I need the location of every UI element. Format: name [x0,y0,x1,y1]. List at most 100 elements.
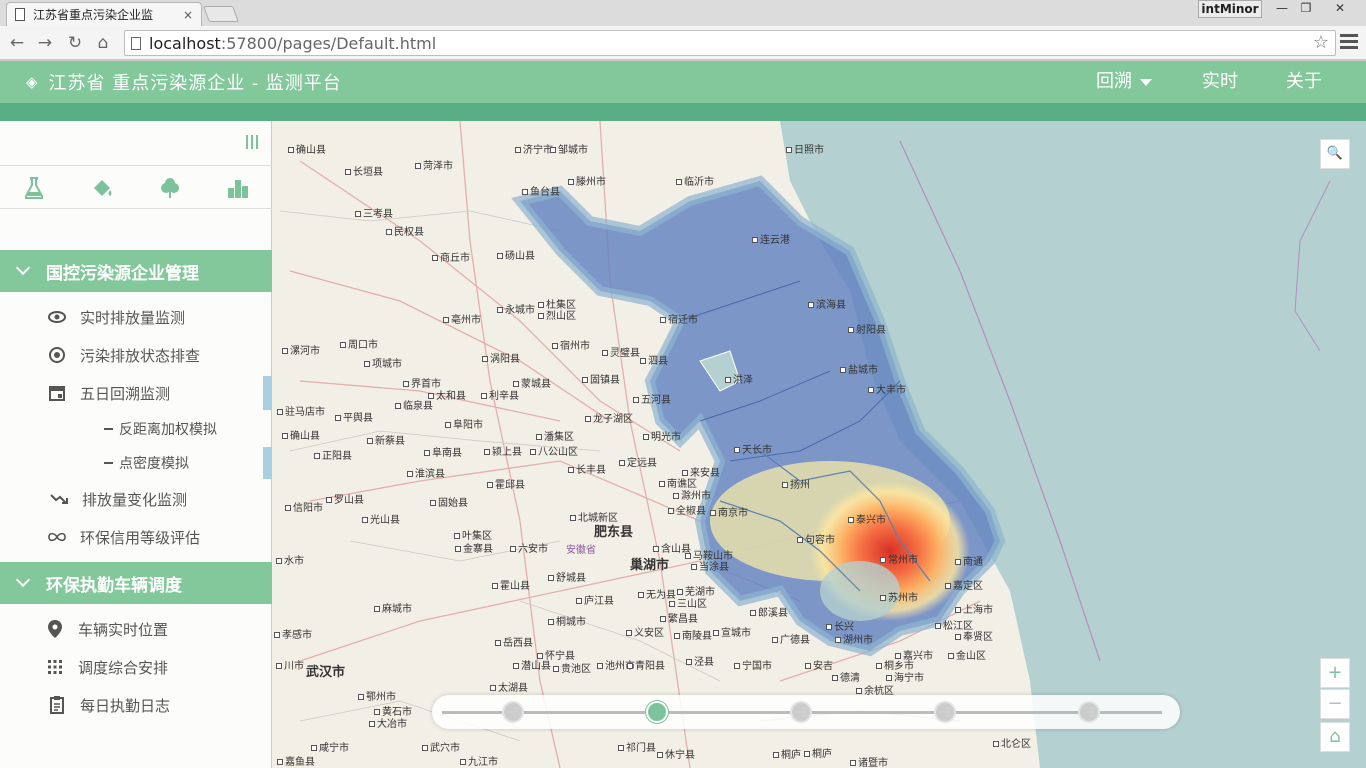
url-path: :57800/pages/Default.html [220,33,437,53]
nav-about[interactable]: 关于 [1286,61,1322,103]
bar-chart-icon[interactable] [226,176,250,200]
map-label: 罗山县 [326,491,364,506]
section-vehicle-dispatch[interactable]: 环保执勤车辆调度 [0,562,272,604]
map-label: 奉贤区 [955,628,993,643]
map-search-icon[interactable]: 🔍 [1320,139,1350,169]
timeline-stop-active[interactable] [646,701,668,723]
timeline-stop[interactable] [502,701,524,723]
map-label: 龙子湖区 [585,410,633,425]
zoom-in-button[interactable]: + [1320,658,1350,688]
map-label: 阜阳市 [445,416,483,431]
submenu-point-density[interactable]: 点密度模拟 [104,451,189,475]
section-title: 环保执勤车辆调度 [46,575,182,596]
map-label: 长丰县 [568,461,606,476]
map-label: 桐庐 [773,746,801,761]
menu-pollution-status[interactable]: 污染排放状态排查 [48,340,320,370]
notes-icon [48,696,66,714]
map-label: 义安区 [626,624,664,639]
tab-close-icon[interactable]: × [183,8,193,22]
minimize-button[interactable]: — [1270,0,1294,18]
map-label-hefei: 肥东县 [594,525,634,540]
map-label: 句容市 [797,531,835,546]
map-label: 太和县 [428,387,466,402]
menu-credit-assessment[interactable]: 环保信用等级评估 [48,522,320,552]
menu-daily-log[interactable]: 每日执勤日志 [48,690,320,720]
map-label: 嘉定区 [945,577,983,592]
eye-icon [48,308,66,326]
map-label: 固始县 [430,494,468,509]
url-host: localhost [149,33,221,53]
section-pollution-management[interactable]: 国控污染源企业管理 [0,250,272,292]
map-label: 长垣县 [345,163,383,178]
map-label: 水市 [276,552,304,567]
nav-backtrack[interactable]: 回溯 [1096,61,1152,103]
map-label: 砀山县 [497,247,535,262]
map-label: 三考县 [355,205,393,220]
map-label: 全椒县 [668,502,706,517]
map-label: 舒城县 [548,569,586,584]
browser-menu-icon[interactable] [1340,34,1358,52]
menu-five-day-backtrack[interactable]: 五日回溯监测 [48,378,320,408]
map-label: 周口市 [340,336,378,351]
dash-icon [104,428,113,430]
map-label: 泾县 [686,653,714,668]
menu-realtime-emission[interactable]: 实时排放量监测 [48,302,320,332]
trend-icon [50,490,68,508]
map-label: 颍上县 [484,443,522,458]
reload-button[interactable]: ↻ [64,32,86,54]
map-label: 定远县 [619,454,657,469]
map-label: 诸暨市 [850,754,888,768]
forward-button[interactable]: → [34,32,56,54]
menu-vehicle-location[interactable]: 车辆实时位置 [46,614,318,644]
bookmark-star-icon[interactable]: ☆ [1313,32,1329,53]
app-header: ◈ 江苏省 重点污染源企业 - 监测平台 回溯 实时 关于 [0,61,1366,103]
map-label: 八公山区 [530,443,578,458]
map-label: 庐江县 [576,592,614,607]
map-label: 射阳县 [848,321,886,336]
tree-icon[interactable] [158,176,182,200]
browser-tab[interactable]: 江苏省重点污染企业监 × [6,2,202,26]
back-button[interactable]: ← [6,32,28,54]
menu-emission-change[interactable]: 排放量变化监测 [50,484,322,514]
flask-icon[interactable] [22,176,46,200]
new-tab-button[interactable] [203,6,239,22]
menu-dispatch-schedule[interactable]: 调度综合安排 [46,652,318,682]
map-label: 新蔡县 [367,432,405,447]
zoom-out-button[interactable]: − [1320,689,1350,719]
app-title: 江苏省 重点污染源企业 - 监测平台 [48,73,342,94]
user-badge[interactable]: intMinor [1198,0,1262,18]
brand[interactable]: ◈ 江苏省 重点污染源企业 - 监测平台 [26,61,342,103]
close-window-button[interactable]: ✕ [1328,0,1352,18]
map-label: 宁国市 [734,657,772,672]
map-label: 太湖县 [490,679,528,694]
url-input[interactable]: localhost:57800/pages/Default.html ☆ [124,30,1336,56]
map-label: 九江市 [460,753,498,768]
map-home-icon[interactable]: ⌂ [1320,722,1350,752]
map-label: 五河县 [633,391,671,406]
nav-realtime[interactable]: 实时 [1202,61,1238,103]
map-label: 滨海县 [808,296,846,311]
map-label-province: 安徽省 [566,545,596,556]
map-label: 苏州市 [880,589,918,604]
sidebar-toggle-icon[interactable] [246,135,260,149]
home-button[interactable]: ⌂ [92,32,114,54]
timeline-slider[interactable] [432,695,1180,729]
map-label: 三山区 [669,595,707,610]
map-label: 永城市 [497,301,535,316]
map-marker-icon [46,620,64,638]
target-icon [48,346,66,364]
paint-bucket-icon[interactable] [90,176,114,200]
map-label: 阜南县 [424,444,462,459]
map-label: 日照市 [786,141,824,156]
menu-label: 每日执勤日志 [80,696,171,715]
restore-button[interactable]: ❐ [1294,0,1318,18]
submenu-idw[interactable]: 反距离加权模拟 [104,417,217,441]
timeline-stop[interactable] [934,701,956,723]
menu-label: 污染排放状态排查 [80,346,201,365]
map-label: 滁州市 [673,487,711,502]
infinity-icon [48,528,66,546]
map-label: 岳西县 [495,634,533,649]
map-label: 南陵县 [674,627,712,642]
timeline-stop[interactable] [790,701,812,723]
timeline-stop[interactable] [1078,701,1100,723]
